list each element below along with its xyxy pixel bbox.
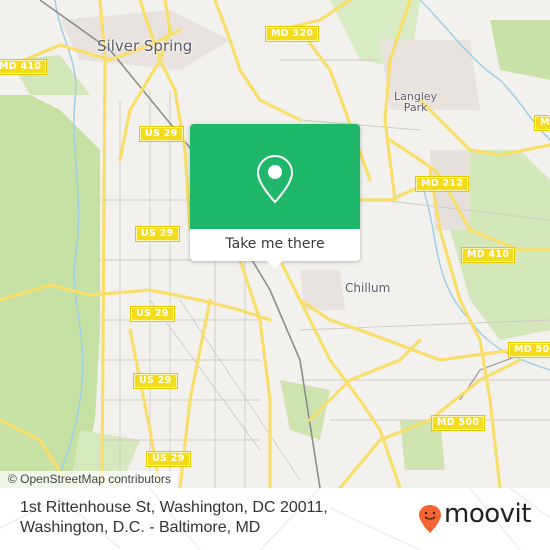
- place-label-langley-park: Langley Park: [394, 91, 437, 113]
- address-text: 1st Rittenhouse St, Washington, DC 20011…: [20, 498, 328, 538]
- route-shield-md-edge: MD: [534, 115, 550, 131]
- route-shield-us29: US 29: [130, 306, 175, 322]
- route-shield-md212: MD 212: [414, 176, 470, 192]
- popup-pointer: [267, 261, 283, 269]
- address-line-2: Washington, D.C. - Baltimore, MD: [20, 519, 261, 536]
- address-line-1: 1st Rittenhouse St, Washington, DC 20011…: [20, 499, 328, 516]
- route-shield-us29: US 29: [135, 226, 180, 242]
- route-shield-md320: MD 320: [264, 26, 320, 42]
- moovit-pin-icon: [419, 505, 441, 533]
- route-shield-md410-right: MD 410: [460, 247, 516, 263]
- place-label-park: Park: [403, 101, 428, 114]
- footer: 1st Rittenhouse St, Washington, DC 20011…: [0, 488, 550, 550]
- route-shield-md500-right: MD 500: [507, 342, 550, 358]
- moovit-wordmark: moovit: [444, 499, 531, 529]
- popup-header: [190, 124, 360, 229]
- route-shield-us29: US 29: [133, 373, 178, 389]
- park-area: [490, 20, 550, 80]
- route-shield-us29: US 29: [146, 451, 191, 467]
- map-attribution[interactable]: © OpenStreetMap contributors: [0, 471, 177, 488]
- place-label-silver-spring: Silver Spring: [97, 37, 193, 55]
- location-pin-icon: [256, 154, 294, 204]
- route-shield-md410-left: MD 410: [0, 59, 48, 75]
- take-me-there-button[interactable]: Take me there: [190, 229, 360, 261]
- route-shield-md500-lower: MD 500: [430, 415, 486, 431]
- location-popup: Take me there: [190, 124, 360, 269]
- railway: [459, 354, 550, 401]
- place-label-chillum: Chillum: [345, 281, 391, 295]
- map-view[interactable]: Silver Spring Langley Park Chillum MD 41…: [0, 0, 550, 488]
- route-shield-us29: US 29: [139, 126, 184, 142]
